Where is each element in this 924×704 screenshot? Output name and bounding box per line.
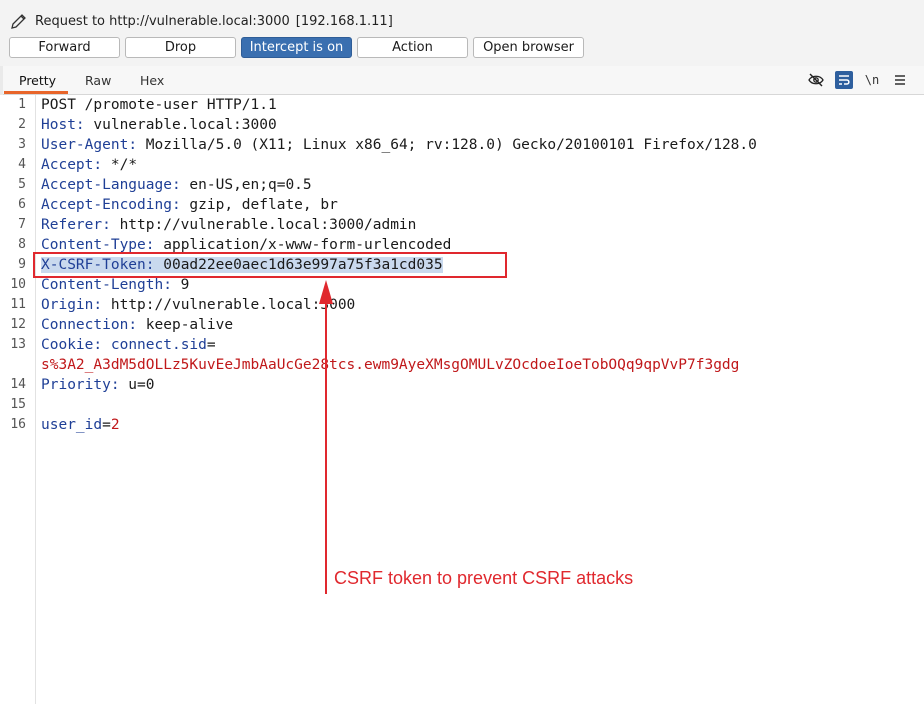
header-key: Content-Length: [41, 277, 164, 293]
action-button[interactable]: Action: [357, 37, 468, 58]
header-line-accept: Accept: */*: [41, 157, 138, 173]
line-number: 16: [10, 417, 26, 432]
line-number: 12: [10, 317, 26, 332]
line-number: 2: [18, 117, 26, 132]
line-number: 3: [18, 137, 26, 152]
header-key: Accept-Language: [41, 177, 172, 193]
header-value: */*: [102, 157, 138, 173]
header-line-accept-encoding: Accept-Encoding: gzip, deflate, br: [41, 197, 338, 213]
header-line-referer: Referer: http://vulnerable.local:3000/ad…: [41, 217, 417, 233]
body-line: user_id=2: [41, 415, 120, 435]
message-view-tabs: Pretty Raw Hex \n: [0, 66, 924, 95]
line-number: 11: [10, 297, 26, 312]
csrf-highlight-box: [33, 252, 507, 278]
header-value: http://vulnerable.local:3000: [102, 297, 356, 313]
header-line-cookie: Cookie: connect.sid=: [41, 337, 216, 353]
header-key: User-Agent: [41, 137, 129, 153]
cookie-name: connect.sid: [110, 337, 207, 353]
line-number: 4: [18, 157, 26, 172]
cookie-value-line: s%3A2_A3dM5dOLLz5KuvEeJmbAaUcGe28tcs.ewm…: [41, 355, 739, 375]
header-value: http://vulnerable.local:3000/admin: [110, 217, 417, 233]
tab-hex[interactable]: Hex: [140, 73, 164, 88]
line-number: 5: [18, 177, 26, 192]
header-key: Accept-Encoding: [41, 197, 172, 213]
header-key: Connection: [41, 317, 129, 333]
header-line-origin: Origin: http://vulnerable.local:3000: [41, 297, 356, 313]
header-value: gzip, deflate, br: [180, 197, 338, 213]
header-line-content-length: Content-Length: 9: [41, 277, 190, 293]
header-value: vulnerable.local:3000: [84, 117, 277, 133]
eye-slash-icon[interactable]: [807, 71, 825, 89]
text-wrap-icon[interactable]: [835, 71, 853, 89]
tab-raw[interactable]: Raw: [85, 73, 111, 88]
request-ip: [192.168.1.11]: [295, 13, 393, 29]
header-key: Accept: [41, 157, 94, 173]
drop-button[interactable]: Drop: [125, 37, 236, 58]
header-line-host: Host: vulnerable.local:3000: [41, 117, 277, 133]
hamburger-menu-icon[interactable]: [891, 71, 909, 89]
header-value: u=0: [119, 377, 155, 393]
line-number: 13: [10, 337, 26, 352]
line-number: 10: [10, 277, 26, 292]
header-value: en-US,en;q=0.5: [180, 177, 312, 193]
header-key: Cookie: [41, 337, 94, 353]
line-number: 15: [10, 397, 26, 412]
open-browser-button[interactable]: Open browser: [473, 37, 584, 58]
cookie-value: s%3A2_A3dM5dOLLz5KuvEeJmbAaUcGe28tcs.ewm…: [41, 357, 740, 373]
header-key: Content-Type: [41, 237, 146, 253]
line-number: 8: [18, 237, 26, 252]
tab-pretty[interactable]: Pretty: [19, 73, 56, 88]
header-value: Mozilla/5.0 (X11; Linux x86_64; rv:128.0…: [137, 137, 757, 153]
request-editor[interactable]: 1 2 3 4 5 6 7 8 9 10 11 12 13 14 15 16 P…: [0, 95, 924, 704]
header-line-priority: Priority: u=0: [41, 377, 155, 393]
request-line: POST /promote-user HTTP/1.1: [41, 95, 277, 115]
header-line-user-agent: User-Agent: Mozilla/5.0 (X11; Linux x86_…: [41, 137, 757, 153]
header-value: keep-alive: [137, 317, 234, 333]
intercept-toggle-button[interactable]: Intercept is on: [241, 37, 352, 58]
header-key: Priority: [41, 377, 111, 393]
header-value: 9: [171, 277, 190, 293]
header-key: Origin: [41, 297, 94, 313]
request-url-label: Request to http://vulnerable.local:3000: [35, 13, 290, 29]
cookie-equals: =: [206, 337, 216, 353]
body-param-key: user_id: [41, 417, 103, 433]
header-key: Referer: [41, 217, 103, 233]
active-tab-indicator: [4, 91, 68, 94]
pencil-icon[interactable]: [10, 12, 28, 30]
forward-button[interactable]: Forward: [9, 37, 120, 58]
request-toolbar: Request to http://vulnerable.local:3000 …: [0, 0, 924, 67]
line-number: 14: [10, 377, 26, 392]
request-line-text: POST /promote-user HTTP/1.1: [41, 97, 277, 113]
line-number: 6: [18, 197, 26, 212]
show-newlines-toggle[interactable]: \n: [863, 71, 881, 89]
header-key: Host: [41, 117, 76, 133]
line-number: 9: [18, 257, 26, 272]
header-line-connection: Connection: keep-alive: [41, 317, 234, 333]
body-equals: =: [102, 417, 111, 433]
line-number: 1: [18, 97, 26, 112]
annotation-text: CSRF token to prevent CSRF attacks: [334, 568, 634, 588]
header-line-accept-language: Accept-Language: en-US,en;q=0.5: [41, 177, 312, 193]
body-param-value: 2: [110, 417, 120, 433]
request-title: Request to http://vulnerable.local:3000 …: [10, 11, 393, 31]
line-number: 7: [18, 217, 26, 232]
header-value: application/x-www-form-urlencoded: [154, 237, 452, 253]
